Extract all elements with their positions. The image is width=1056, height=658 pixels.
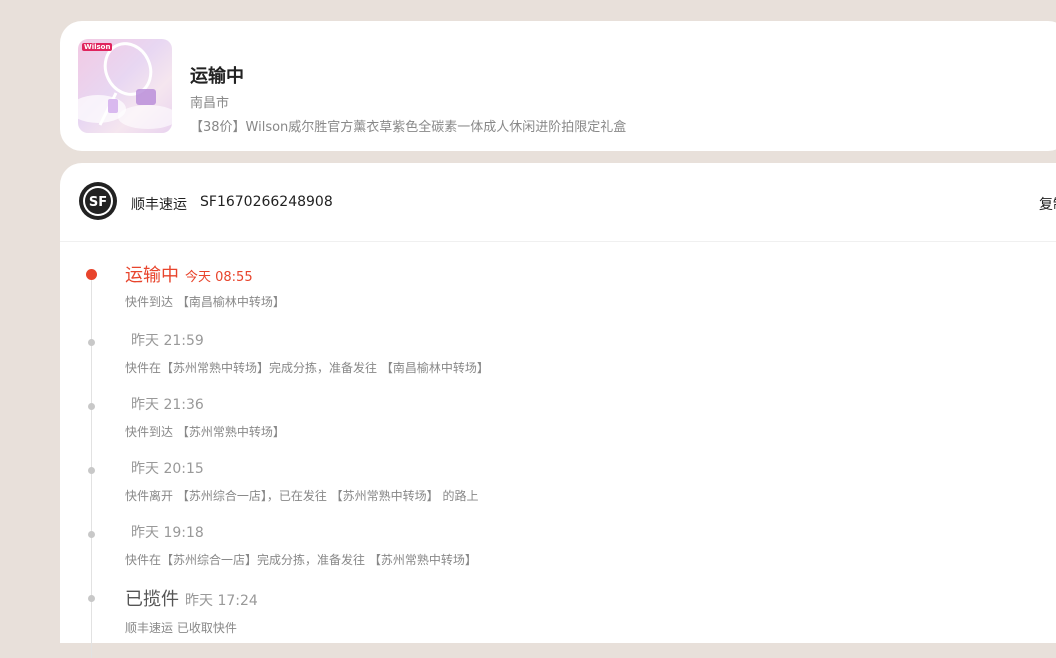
timeline-time: 今天 08:55	[185, 270, 253, 285]
timeline-time: 昨天 20:15	[131, 461, 204, 477]
sf-logo-text: SF	[89, 195, 107, 210]
tracking-card: SF 顺丰速运 SF1670266248908 复制 运输中今天 08:55 快…	[60, 163, 1056, 658]
timeline-status: 运输中	[125, 265, 179, 286]
brand-logo: Wilson	[82, 43, 113, 51]
product-card[interactable]: Wilson 运输中 南昌市 【38价】Wilson威尔胜官方薰衣草紫色全碳素一…	[60, 21, 1056, 151]
timeline-desc: 顺丰速运 已收取快件	[125, 621, 237, 635]
sf-logo-icon: SF	[79, 182, 117, 220]
timeline-desc: 快件在【苏州综合一店】完成分拣，准备发往 【苏州常熟中转场】	[125, 553, 477, 567]
timeline-time: 昨天 17:24	[185, 593, 258, 609]
racket-illustration	[78, 42, 172, 129]
timeline-dot	[88, 531, 95, 538]
timeline-desc: 快件到达 【南昌榆林中转场】	[125, 295, 285, 309]
timeline-dot	[88, 339, 95, 346]
tracking-number: SF1670266248908	[200, 194, 333, 210]
carrier-header: SF 顺丰速运 SF1670266248908 复制	[60, 163, 1056, 242]
carrier-name: 顺丰速运	[131, 197, 187, 213]
copy-button[interactable]: 复制	[1039, 194, 1056, 214]
timeline-dot	[88, 467, 95, 474]
shipment-status-title: 运输中	[190, 66, 244, 87]
timeline-dot-active	[86, 269, 97, 280]
destination-city: 南昌市	[190, 96, 230, 111]
product-title[interactable]: 【38价】Wilson威尔胜官方薰衣草紫色全碳素一体成人休闲进阶拍限定礼盒	[190, 116, 626, 135]
timeline-desc: 快件到达 【苏州常熟中转场】	[125, 425, 285, 439]
timeline-dot	[88, 595, 95, 602]
timeline-status: 已揽件	[125, 589, 179, 610]
timeline-time: 昨天 19:18	[131, 525, 204, 541]
product-image[interactable]: Wilson	[78, 39, 172, 133]
timeline-desc: 快件离开 【苏州综合一店】，已在发往 【苏州常熟中转场】 的路上	[125, 489, 479, 503]
timeline-desc: 快件在【苏州常熟中转场】完成分拣，准备发往 【南昌榆林中转场】	[125, 361, 489, 375]
timeline-dot	[88, 403, 95, 410]
timeline-time: 昨天 21:59	[131, 333, 204, 349]
timeline-time: 昨天 21:36	[131, 397, 204, 413]
